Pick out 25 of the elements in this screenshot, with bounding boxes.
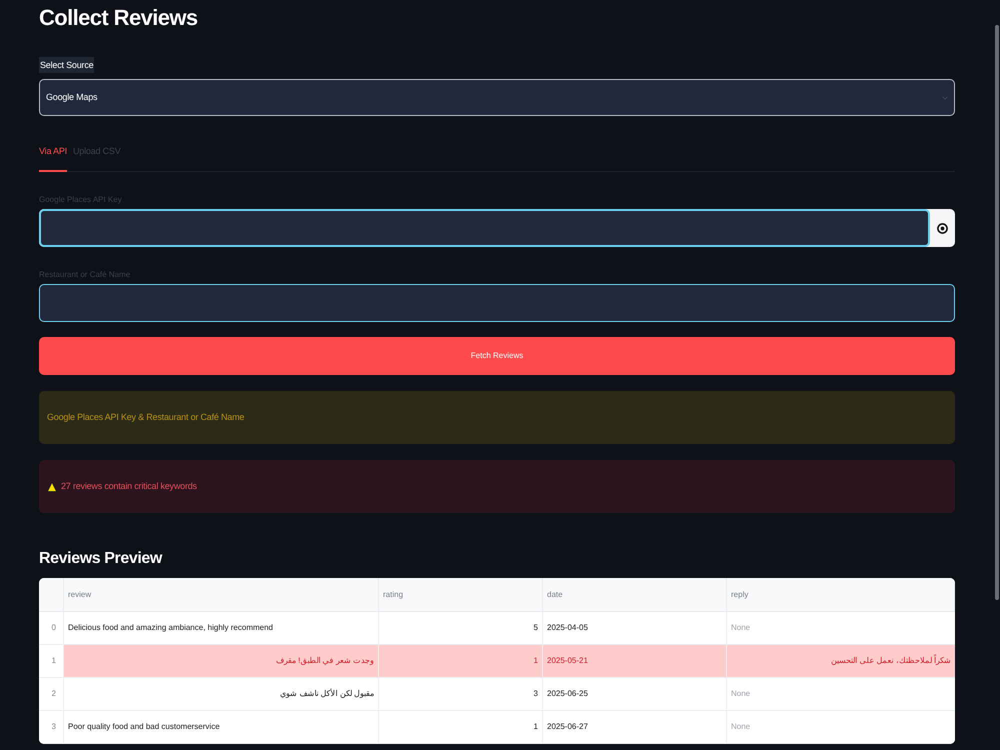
reply-cell: شكراً لملاحظتك، نعمل على التحسين — [727, 645, 955, 677]
alert-text: Google Places API Key & Restaurant or Café Name — [47, 410, 244, 424]
row-index: 0 — [52, 622, 56, 634]
scrollbar-thumb[interactable] — [995, 25, 999, 600]
source-select[interactable]: Google Maps — [39, 79, 955, 116]
password-field[interactable] — [39, 209, 930, 247]
column-header[interactable]: rating — [383, 588, 404, 600]
tab[interactable]: Via API — [39, 144, 67, 172]
review-cell: وجدت شعر في الطبق! مقرف — [64, 645, 379, 677]
rating-cell: 1 — [379, 645, 543, 677]
row-index: 3 — [52, 721, 56, 733]
date-cell: 2025-05-21 — [543, 645, 727, 677]
text-field[interactable] — [39, 284, 955, 322]
column-header[interactable]: reply — [731, 588, 748, 600]
fetch-reviews-button[interactable]: Fetch Reviews — [39, 337, 955, 375]
eye-icon — [937, 222, 948, 234]
row-index: 2 — [52, 688, 56, 700]
page-title: Collect Reviews — [39, 4, 198, 32]
column-header[interactable]: date — [547, 588, 563, 600]
column-header[interactable]: review — [68, 588, 92, 600]
section-heading: Reviews Preview — [39, 549, 162, 569]
row-index: 1 — [52, 655, 56, 667]
select-label: Select Source — [39, 57, 94, 73]
alert-text: 27 reviews contain critical keywords — [61, 480, 197, 493]
warning-icon — [47, 480, 57, 494]
